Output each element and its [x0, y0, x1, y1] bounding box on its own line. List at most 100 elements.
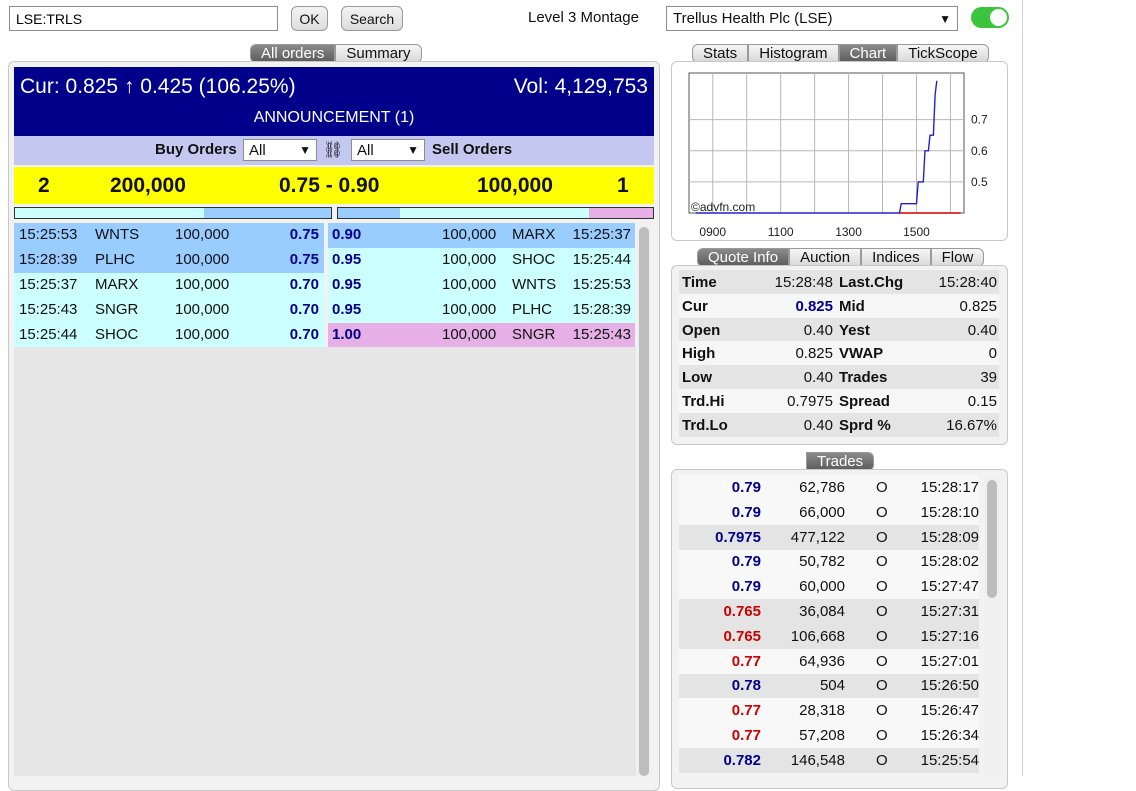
trade-row: 0.77 28,318 O 15:26:47	[679, 698, 979, 724]
quote-info-row: Trd.Hi 0.7975 Spread 0.15	[679, 389, 999, 413]
buy-depth-bar	[14, 207, 332, 219]
quote-value: 16.67%	[946, 416, 997, 434]
trade-type: O	[876, 751, 888, 769]
buy-order-size: 100,000	[175, 276, 230, 293]
sell-depth-level-1	[338, 208, 400, 218]
sell-order-mm: WNTS	[512, 276, 557, 293]
trades-scrollbar[interactable]	[984, 476, 1000, 778]
sell-order-price: 1.00	[332, 326, 362, 343]
chart-y-tick-label: 0.6	[971, 144, 988, 158]
buy-filter-select[interactable]: All ▼	[243, 139, 317, 161]
trade-type: O	[876, 652, 888, 670]
sell-orders-table: 0.90 100,000 MARX 15:25:37 0.95 100,000 SHOC 15…	[328, 223, 635, 348]
chevron-down-icon: ▼	[299, 143, 311, 157]
trade-size: 66,000	[799, 503, 845, 521]
trade-size: 504	[819, 677, 845, 695]
trade-row: 0.79 62,786 O 15:28:17	[679, 475, 979, 500]
sell-filter-select[interactable]: All ▼	[351, 139, 425, 161]
sell-order-mm: PLHC	[512, 301, 553, 318]
trade-time: 15:26:34	[920, 727, 979, 744]
buy-filter-value: All	[249, 141, 266, 159]
sell-order-row[interactable]: 0.95 100,000 SHOC 15:25:44	[328, 248, 635, 273]
buy-order-size: 100,000	[175, 251, 230, 268]
buy-order-mm: WNTS	[95, 226, 140, 243]
montage-label: Level 3 Montage	[528, 9, 639, 26]
buy-volume: 200,000	[110, 174, 186, 197]
buy-order-mm: SNGR	[95, 301, 139, 318]
trades-scroll-thumb[interactable]	[987, 480, 997, 598]
search-button[interactable]: Search	[341, 6, 403, 31]
sell-order-time: 15:25:44	[572, 251, 631, 268]
trade-row: 0.79 66,000 O 15:28:10	[679, 499, 979, 525]
sell-order-time: 15:25:53	[572, 276, 631, 293]
current-price: Cur: 0.825 ↑ 0.425 (106.25%)	[20, 75, 296, 99]
trade-price: 0.79	[731, 578, 761, 596]
sell-order-size: 100,000	[442, 251, 497, 268]
sell-order-size: 100,000	[442, 301, 497, 318]
live-toggle[interactable]	[971, 7, 1009, 28]
buy-order-row[interactable]: 15:25:43 SNGR 100,000 0.70	[14, 298, 324, 323]
ok-button[interactable]: OK	[291, 6, 328, 31]
sell-order-row[interactable]: 0.95 100,000 PLHC 15:28:39	[328, 298, 635, 323]
sell-order-row[interactable]: 1.00 100,000 SNGR 15:25:43	[328, 323, 635, 348]
trade-type: O	[876, 528, 888, 546]
quote-label: High	[682, 345, 716, 363]
company-select[interactable]: Trellus Health Plc (LSE) ▼	[666, 6, 958, 31]
sell-order-price: 0.95	[332, 251, 362, 268]
trade-type: O	[876, 677, 888, 695]
trade-type: O	[876, 553, 888, 571]
chart-x-tick-label: 1500	[903, 225, 930, 239]
sell-orders-label: Sell Orders	[432, 141, 513, 158]
quote-info-row: Cur 0.825 Mid 0.825	[679, 293, 999, 318]
announcement-link[interactable]: ANNOUNCEMENT (1)	[14, 109, 654, 127]
sell-order-size: 100,000	[442, 226, 497, 243]
trade-price: 0.765	[723, 603, 761, 620]
buy-order-row[interactable]: 15:25:37 MARX 100,000 0.70	[14, 273, 324, 298]
trade-size: 57,208	[799, 727, 845, 744]
buy-order-row[interactable]: 15:28:39 PLHC 100,000 0.75	[14, 248, 324, 273]
sell-order-row[interactable]: 0.90 100,000 MARX 15:25:37	[328, 223, 635, 248]
trade-row: 0.7975 477,122 O 15:28:09	[679, 524, 979, 550]
link-icon[interactable]: ⛓	[323, 140, 343, 160]
sell-order-time: 15:25:43	[572, 326, 631, 343]
trade-size: 106,668	[790, 627, 845, 645]
sell-order-row[interactable]: 0.95 100,000 WNTS 15:25:53	[328, 273, 635, 298]
quote-value: 0.7975	[787, 393, 833, 410]
buy-order-mm: PLHC	[95, 251, 136, 268]
sell-order-size: 100,000	[442, 326, 497, 343]
price-change: 0.425 (106.25%)	[140, 75, 296, 98]
buy-order-mm: SHOC	[95, 326, 139, 343]
trade-time: 15:26:47	[920, 702, 979, 720]
symbol-input[interactable]	[9, 6, 278, 31]
quote-label: VWAP	[839, 345, 884, 363]
trade-time: 15:27:01	[920, 652, 979, 670]
trade-time: 15:27:47	[920, 578, 979, 596]
trade-row: 0.77 57,208 O 15:26:34	[679, 723, 979, 748]
quote-label: Mid	[839, 297, 865, 315]
buy-order-price: 0.75	[289, 251, 319, 268]
trade-row: 0.79 60,000 O 15:27:47	[679, 574, 979, 600]
chart-y-tick-label: 0.5	[971, 175, 988, 189]
quote-info-row: Trd.Lo 0.40 Sprd % 16.67%	[679, 412, 999, 437]
trade-size: 146,548	[790, 751, 845, 769]
trade-size: 36,084	[799, 603, 845, 620]
buy-order-row[interactable]: 15:25:53 WNTS 100,000 0.75	[14, 223, 324, 248]
buy-order-price: 0.70	[289, 301, 319, 318]
trade-time: 15:28:17	[920, 479, 979, 496]
vol-label: Vol:	[513, 75, 549, 98]
buy-order-time: 15:25:53	[19, 226, 78, 243]
buy-order-time: 15:25:37	[19, 276, 78, 293]
trade-type: O	[876, 627, 888, 645]
arrow-up-icon: ↑	[123, 75, 135, 98]
chevron-down-icon: ▼	[939, 11, 951, 26]
trade-price: 0.79	[731, 503, 761, 521]
order-book-scroll-thumb[interactable]	[639, 227, 649, 776]
quote-label: Yest	[839, 321, 870, 339]
quote-label: Time	[682, 274, 717, 291]
buy-order-row[interactable]: 15:25:44 SHOC 100,000 0.70	[14, 323, 324, 348]
trade-size: 477,122	[790, 528, 845, 546]
trade-type: O	[876, 702, 888, 720]
trade-size: 60,000	[799, 578, 845, 596]
order-book-scrollbar[interactable]	[637, 223, 651, 776]
trade-row: 0.77 64,936 O 15:27:01	[679, 648, 979, 674]
